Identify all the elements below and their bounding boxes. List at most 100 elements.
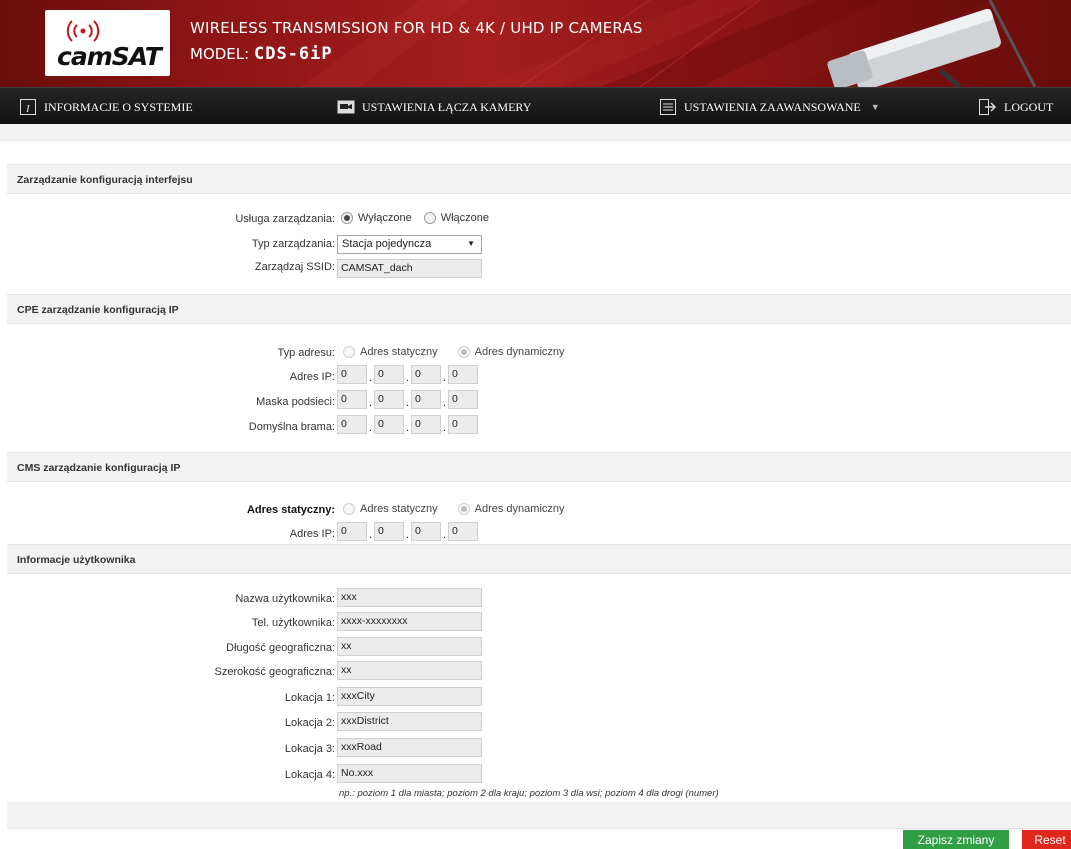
save-button[interactable]: Zapisz zmiany xyxy=(903,830,1009,849)
info-icon: i xyxy=(18,98,38,116)
section-cpe-ip-title: CPE zarządzanie konfiguracją IP xyxy=(17,304,179,316)
ssid-label: Zarządzaj SSID: xyxy=(254,261,335,273)
footer-strip xyxy=(7,802,1071,829)
location-1-field[interactable]: xxxCity xyxy=(337,687,482,706)
cpe-ip-octet-1[interactable]: 0 xyxy=(337,365,367,384)
section-interface-mgmt-title: Zarządzanie konfiguracją interfejsu xyxy=(17,174,193,186)
service-off-label: Wyłączone xyxy=(358,212,412,224)
cms-ip-input: 0. 0. 0. 0 xyxy=(337,522,478,541)
nav-system-info-label: INFORMACJE O SYSTEMIE xyxy=(44,99,193,114)
location-3-field[interactable]: xxxRoad xyxy=(337,738,482,757)
cpe-gateway-label: Domyślna brama: xyxy=(248,421,335,433)
wireless-signal-icon xyxy=(66,20,100,42)
cpe-ip-row: Adres IP: xyxy=(0,368,335,388)
cms-dynamic-label: Adres dynamiczny xyxy=(474,503,565,515)
banner-model: MODEL: CDS-6iP xyxy=(190,44,333,64)
toolbar-strip xyxy=(0,124,1071,141)
cpe-addr-type-radio-group: Adres statyczny Adres dynamiczny xyxy=(343,346,577,358)
service-off-radio[interactable] xyxy=(341,212,353,224)
cpe-ip-octet-3[interactable]: 0 xyxy=(411,365,441,384)
cpe-gateway-input: 0. 0. 0. 0 xyxy=(337,415,478,434)
section-user-info: Informacje użytkownika xyxy=(7,544,1071,574)
cpe-ip-input: 0. 0. 0. 0 xyxy=(337,365,478,384)
banner-title: WIRELESS TRANSMISSION FOR HD & 4K / UHD … xyxy=(190,19,643,37)
cpe-mask-octet-4[interactable]: 0 xyxy=(448,390,478,409)
longitude-field[interactable]: xx xyxy=(337,637,482,656)
cpe-mask-input: 0. 0. 0. 0 xyxy=(337,390,478,409)
logo-text: camSAT xyxy=(57,42,162,71)
cpe-gateway-octet-4[interactable]: 0 xyxy=(448,415,478,434)
location-2-field[interactable]: xxxDistrict xyxy=(337,712,482,731)
cpe-gateway-octet-1[interactable]: 0 xyxy=(337,415,367,434)
cms-addr-type-label: Adres statyczny: xyxy=(246,504,335,516)
section-cpe-ip: CPE zarządzanie konfiguracją IP xyxy=(7,294,1071,324)
user-phone-field[interactable]: xxxx-xxxxxxxx xyxy=(337,612,482,631)
location-2-label: Lokacja 2: xyxy=(284,717,335,729)
mgmt-type-label: Typ zarządzania: xyxy=(251,238,335,250)
mgmt-type-row: Typ zarządzania: xyxy=(0,235,335,255)
service-row: Usługa zarządzania: xyxy=(0,210,335,230)
cms-ip-row: Adres IP: xyxy=(0,525,335,545)
cpe-static-radio[interactable] xyxy=(343,346,355,358)
nav-camera-link-label: USTAWIENIA ŁĄCZA KAMERY xyxy=(362,99,532,114)
cpe-gateway-octet-2[interactable]: 0 xyxy=(374,415,404,434)
cms-ip-octet-1[interactable]: 0 xyxy=(337,522,367,541)
latitude-field[interactable]: xx xyxy=(337,661,482,680)
settings-list-icon xyxy=(658,98,678,116)
section-interface-mgmt: Zarządzanie konfiguracją interfejsu xyxy=(7,164,1071,194)
cpe-gateway-octet-3[interactable]: 0 xyxy=(411,415,441,434)
model-label: MODEL: xyxy=(190,45,250,63)
cpe-mask-octet-1[interactable]: 0 xyxy=(337,390,367,409)
cms-ip-octet-3[interactable]: 0 xyxy=(411,522,441,541)
nav-advanced-settings[interactable]: USTAWIENIA ZAAWANSOWANE ▼ xyxy=(658,97,880,117)
cms-static-label: Adres statyczny xyxy=(360,503,438,515)
nav-logout-label: LOGOUT xyxy=(1004,99,1054,114)
nav-camera-link[interactable]: USTAWIENIA ŁĄCZA KAMERY xyxy=(336,97,531,117)
nav-advanced-settings-label: USTAWIENIA ZAAWANSOWANE xyxy=(684,99,861,114)
mgmt-type-select[interactable]: Stacja pojedyncza ▼ xyxy=(337,235,482,254)
ssid-field[interactable]: CAMSAT_dach xyxy=(337,259,482,278)
cms-ip-octet-4[interactable]: 0 xyxy=(448,522,478,541)
dropdown-arrow-icon: ▼ xyxy=(467,239,475,248)
section-cms-ip-title: CMS zarządzanie konfiguracją IP xyxy=(17,462,181,474)
cpe-ip-octet-2[interactable]: 0 xyxy=(374,365,404,384)
service-on-label: Włączone xyxy=(440,212,489,224)
service-radio-group: Wyłączone Włączone xyxy=(341,212,501,224)
nav-logout[interactable]: LOGOUT xyxy=(978,97,1053,117)
cpe-ip-label: Adres IP: xyxy=(289,371,335,383)
chevron-down-icon: ▼ xyxy=(870,102,880,112)
section-user-info-title: Informacje użytkownika xyxy=(17,554,136,566)
cms-ip-octet-2[interactable]: 0 xyxy=(374,522,404,541)
service-on-radio[interactable] xyxy=(423,212,436,224)
logout-icon xyxy=(978,98,998,116)
cms-dynamic-radio[interactable] xyxy=(457,503,470,515)
latitude-label: Szerokość geograficzna: xyxy=(214,666,335,678)
cpe-mask-label: Maska podsieci: xyxy=(256,396,335,408)
cpe-ip-octet-4[interactable]: 0 xyxy=(448,365,478,384)
cpe-gateway-row: Domyślna brama: xyxy=(0,418,335,438)
cpe-mask-octet-3[interactable]: 0 xyxy=(411,390,441,409)
camera-image xyxy=(790,0,1071,87)
location-3-label: Lokacja 3: xyxy=(284,743,335,755)
cpe-addr-type-label: Typ adresu: xyxy=(277,347,335,359)
svg-text:i: i xyxy=(25,103,31,115)
camera-icon xyxy=(336,98,356,116)
header-banner: camSAT WIRELESS TRANSMISSION FOR HD & 4K… xyxy=(0,0,1071,87)
cpe-dynamic-radio[interactable] xyxy=(457,346,470,358)
cpe-dynamic-label: Adres dynamiczny xyxy=(474,346,565,358)
longitude-label: Długość geograficzna: xyxy=(226,642,335,654)
main-nav: i INFORMACJE O SYSTEMIE USTAWIENIA ŁĄCZA… xyxy=(0,87,1071,124)
reset-button[interactable]: Reset xyxy=(1022,830,1071,849)
user-name-field[interactable]: xxx xyxy=(337,588,482,607)
model-value: CDS-6iP xyxy=(253,44,333,64)
cpe-addr-type-row: Typ adresu: xyxy=(0,344,335,364)
location-4-field[interactable]: No.xxx xyxy=(337,764,482,783)
cms-ip-label: Adres IP: xyxy=(289,528,335,540)
location-hint: np.: poziom 1 dla miasta; poziom 2 dla k… xyxy=(339,788,719,799)
location-1-label: Lokacja 1: xyxy=(284,692,335,704)
cms-addr-type-radio-group: Adres statyczny Adres dynamiczny xyxy=(343,503,577,515)
cms-addr-type-row: Adres statyczny: xyxy=(0,501,335,521)
nav-system-info[interactable]: i INFORMACJE O SYSTEMIE xyxy=(18,97,193,117)
cpe-mask-octet-2[interactable]: 0 xyxy=(374,390,404,409)
cms-static-radio[interactable] xyxy=(343,503,355,515)
